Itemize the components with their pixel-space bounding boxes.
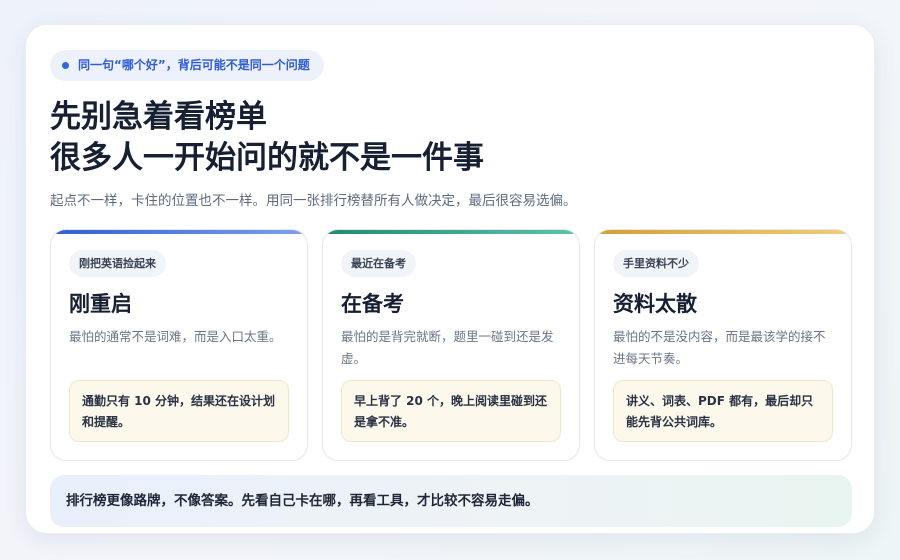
bullet-dot-icon — [62, 62, 69, 69]
card-description: 最怕的通常不是词难，而是入口太重。 — [69, 329, 282, 344]
card-accent-bar — [51, 230, 307, 234]
page-title: 先别急着看榜单 很多人一开始问的就不是一件事 — [50, 97, 484, 179]
card-accent-bar — [595, 230, 851, 234]
card-badge: 最近在备考 — [341, 250, 416, 277]
card-badge: 手里资料不少 — [613, 250, 699, 277]
scenario-card-exam-prep: 最近在备考 在备考 最怕的是背完就断，题里一碰到还是发虚。 早上背了 20 个，… — [322, 229, 580, 461]
card-title: 在备考 — [341, 292, 404, 316]
card-example-note: 讲义、词表、PDF 都有，最后却只能先背公共词库。 — [613, 380, 833, 442]
card-description: 最怕的不是没内容，而是最该学的接不进每天节奏。 — [613, 329, 826, 366]
scenario-card-restart: 刚把英语捡起来 刚重启 最怕的通常不是词难，而是入口太重。 通勤只有 10 分钟… — [50, 229, 308, 461]
card-title: 资料太散 — [613, 292, 697, 316]
page-subtitle: 起点不一样，卡住的位置也不一样。用同一张排行榜替所有人做决定，最后很容易选偏。 — [50, 193, 577, 209]
card-example-note: 通勤只有 10 分钟，结果还在设计划和提醒。 — [69, 380, 289, 442]
scenario-panels: 刚把英语捡起来 刚重启 最怕的通常不是词难，而是入口太重。 通勤只有 10 分钟… — [50, 229, 852, 461]
card-description: 最怕的是背完就断，题里一碰到还是发虚。 — [341, 329, 554, 366]
card-example-note: 早上背了 20 个，晚上阅读里碰到还是拿不准。 — [341, 380, 561, 442]
topic-tag-text: 同一句“哪个好”，背后可能不是同一个问题 — [78, 58, 310, 72]
card-title: 刚重启 — [69, 292, 132, 316]
card-badge: 刚把英语捡起来 — [69, 250, 166, 277]
topic-tag: 同一句“哪个好”，背后可能不是同一个问题 — [50, 50, 324, 81]
page-title-line-1: 先别急着看榜单 — [50, 99, 267, 135]
card-accent-bar — [323, 230, 579, 234]
summary-banner: 排行榜更像路牌，不像答案。先看自己卡在哪，再看工具，才比较不容易走偏。 — [50, 475, 852, 527]
page-title-line-2: 很多人一开始问的就不是一件事 — [50, 140, 484, 176]
main-card: 同一句“哪个好”，背后可能不是同一个问题 先别急着看榜单 很多人一开始问的就不是… — [25, 24, 875, 534]
scenario-card-scattered-materials: 手里资料不少 资料太散 最怕的不是没内容，而是最该学的接不进每天节奏。 讲义、词… — [594, 229, 852, 461]
